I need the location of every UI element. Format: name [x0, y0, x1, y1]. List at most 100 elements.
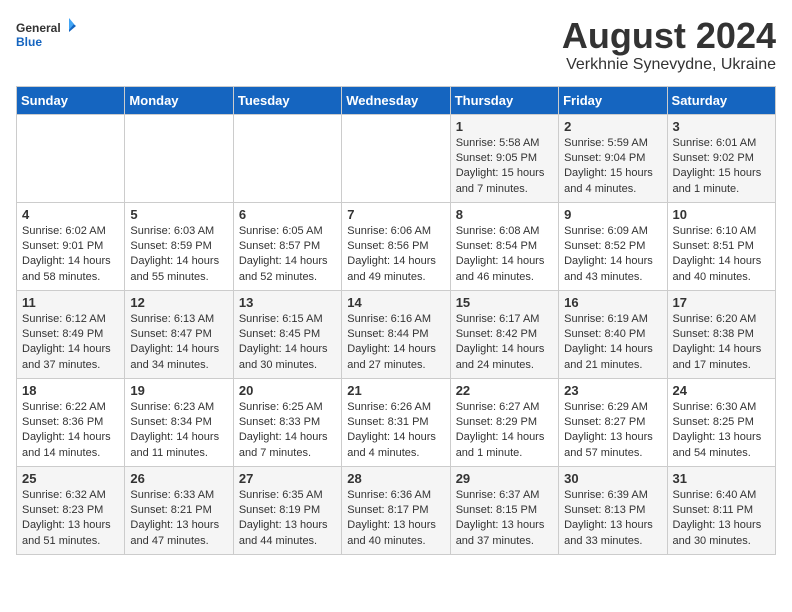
calendar-cell: 21 Sunrise: 6:26 AM Sunset: 8:31 PM Dayli…: [342, 378, 450, 466]
day-number: 20: [239, 383, 336, 398]
week-row-5: 25 Sunrise: 6:32 AM Sunset: 8:23 PM Dayli…: [17, 466, 776, 554]
day-info: Sunrise: 6:01 AM Sunset: 9:02 PM Dayligh…: [673, 136, 770, 198]
day-info: Sunrise: 6:09 AM Sunset: 8:52 PM Dayligh…: [564, 224, 661, 286]
calendar-cell: 29Sunrise: 6:37 AM Sunset: 8:15 PM Dayli…: [450, 466, 558, 554]
calendar-cell: 10 Sunrise: 6:10 AM Sunset: 8:51 PM Dayli…: [667, 202, 775, 290]
day-number: 19: [130, 383, 227, 398]
day-number: 23: [564, 383, 661, 398]
day-info: Sunrise: 6:20 AM Sunset: 8:38 PM Dayligh…: [673, 312, 770, 374]
day-info: Sunrise: 6:05 AM Sunset: 8:57 PM Dayligh…: [239, 224, 336, 286]
day-info: Sunrise: 6:40 AM Sunset: 8:11 PM Dayligh…: [673, 488, 770, 550]
day-header-tuesday: Tuesday: [233, 86, 341, 114]
day-info: Sunrise: 6:19 AM Sunset: 8:40 PM Dayligh…: [564, 312, 661, 374]
day-info: Sunrise: 6:15 AM Sunset: 8:45 PM Dayligh…: [239, 312, 336, 374]
calendar-cell: 8 Sunrise: 6:08 AM Sunset: 8:54 PM Daylig…: [450, 202, 558, 290]
day-number: 30: [564, 471, 661, 486]
calendar-cell: 20 Sunrise: 6:25 AM Sunset: 8:33 PM Dayli…: [233, 378, 341, 466]
day-number: 26: [130, 471, 227, 486]
day-info: Sunrise: 5:59 AM Sunset: 9:04 PM Dayligh…: [564, 136, 661, 198]
day-number: 16: [564, 295, 661, 310]
day-info: Sunrise: 6:30 AM Sunset: 8:25 PM Dayligh…: [673, 400, 770, 462]
day-info: Sunrise: 6:32 AM Sunset: 8:23 PM Dayligh…: [22, 488, 119, 550]
day-number: 22: [456, 383, 553, 398]
svg-text:Blue: Blue: [16, 35, 42, 49]
day-number: 28: [347, 471, 444, 486]
day-number: 1: [456, 119, 553, 134]
day-number: 4: [22, 207, 119, 222]
title-area: August 2024 Verkhnie Synevydne, Ukraine: [562, 16, 776, 74]
calendar-cell: 23Sunrise: 6:29 AM Sunset: 8:27 PM Dayli…: [559, 378, 667, 466]
day-number: 21: [347, 383, 444, 398]
calendar-cell: 3 Sunrise: 6:01 AM Sunset: 9:02 PM Daylig…: [667, 114, 775, 202]
calendar-cell: 13 Sunrise: 6:15 AM Sunset: 8:45 PM Dayli…: [233, 290, 341, 378]
day-number: 10: [673, 207, 770, 222]
day-info: Sunrise: 6:33 AM Sunset: 8:21 PM Dayligh…: [130, 488, 227, 550]
calendar-cell: 25 Sunrise: 6:32 AM Sunset: 8:23 PM Dayli…: [17, 466, 125, 554]
day-number: 6: [239, 207, 336, 222]
week-row-2: 4 Sunrise: 6:02 AM Sunset: 9:01 PM Daylig…: [17, 202, 776, 290]
day-number: 14: [347, 295, 444, 310]
calendar-cell: [342, 114, 450, 202]
day-info: Sunrise: 6:08 AM Sunset: 8:54 PM Dayligh…: [456, 224, 553, 286]
day-number: 5: [130, 207, 227, 222]
calendar-cell: 28Sunrise: 6:36 AM Sunset: 8:17 PM Dayli…: [342, 466, 450, 554]
calendar-cell: 30 Sunrise: 6:39 AM Sunset: 8:13 PM Dayli…: [559, 466, 667, 554]
calendar-cell: 17 Sunrise: 6:20 AM Sunset: 8:38 PM Dayli…: [667, 290, 775, 378]
calendar-cell: 15Sunrise: 6:17 AM Sunset: 8:42 PM Dayli…: [450, 290, 558, 378]
day-info: Sunrise: 6:03 AM Sunset: 8:59 PM Dayligh…: [130, 224, 227, 286]
day-info: Sunrise: 6:13 AM Sunset: 8:47 PM Dayligh…: [130, 312, 227, 374]
calendar-cell: 4 Sunrise: 6:02 AM Sunset: 9:01 PM Daylig…: [17, 202, 125, 290]
calendar-cell: 18Sunrise: 6:22 AM Sunset: 8:36 PM Dayli…: [17, 378, 125, 466]
logo-svg: General Blue: [16, 16, 76, 56]
calendar-cell: 7 Sunrise: 6:06 AM Sunset: 8:56 PM Daylig…: [342, 202, 450, 290]
day-number: 31: [673, 471, 770, 486]
calendar-cell: 19 Sunrise: 6:23 AM Sunset: 8:34 PM Dayli…: [125, 378, 233, 466]
day-info: Sunrise: 6:22 AM Sunset: 8:36 PM Dayligh…: [22, 400, 119, 462]
day-info: Sunrise: 6:12 AM Sunset: 8:49 PM Dayligh…: [22, 312, 119, 374]
month-title: August 2024: [562, 16, 776, 56]
calendar-cell: 31 Sunrise: 6:40 AM Sunset: 8:11 PM Dayli…: [667, 466, 775, 554]
day-number: 12: [130, 295, 227, 310]
day-header-saturday: Saturday: [667, 86, 775, 114]
day-number: 27: [239, 471, 336, 486]
calendar-cell: [125, 114, 233, 202]
day-info: Sunrise: 6:39 AM Sunset: 8:13 PM Dayligh…: [564, 488, 661, 550]
day-number: 8: [456, 207, 553, 222]
day-number: 25: [22, 471, 119, 486]
calendar-cell: 1Sunrise: 5:58 AM Sunset: 9:05 PM Daylig…: [450, 114, 558, 202]
location-subtitle: Verkhnie Synevydne, Ukraine: [562, 56, 776, 74]
day-info: Sunrise: 6:25 AM Sunset: 8:33 PM Dayligh…: [239, 400, 336, 462]
svg-text:General: General: [16, 21, 61, 35]
calendar-cell: 6 Sunrise: 6:05 AM Sunset: 8:57 PM Daylig…: [233, 202, 341, 290]
calendar-cell: 12 Sunrise: 6:13 AM Sunset: 8:47 PM Dayli…: [125, 290, 233, 378]
day-info: Sunrise: 6:02 AM Sunset: 9:01 PM Dayligh…: [22, 224, 119, 286]
day-number: 17: [673, 295, 770, 310]
calendar-cell: 22Sunrise: 6:27 AM Sunset: 8:29 PM Dayli…: [450, 378, 558, 466]
day-info: Sunrise: 6:10 AM Sunset: 8:51 PM Dayligh…: [673, 224, 770, 286]
day-number: 13: [239, 295, 336, 310]
header-row: SundayMondayTuesdayWednesdayThursdayFrid…: [17, 86, 776, 114]
day-info: Sunrise: 6:23 AM Sunset: 8:34 PM Dayligh…: [130, 400, 227, 462]
day-number: 9: [564, 207, 661, 222]
day-header-monday: Monday: [125, 86, 233, 114]
day-info: Sunrise: 6:37 AM Sunset: 8:15 PM Dayligh…: [456, 488, 553, 550]
calendar-cell: 2 Sunrise: 5:59 AM Sunset: 9:04 PM Daylig…: [559, 114, 667, 202]
day-info: Sunrise: 6:17 AM Sunset: 8:42 PM Dayligh…: [456, 312, 553, 374]
day-header-sunday: Sunday: [17, 86, 125, 114]
day-info: Sunrise: 6:16 AM Sunset: 8:44 PM Dayligh…: [347, 312, 444, 374]
day-number: 2: [564, 119, 661, 134]
day-info: Sunrise: 6:06 AM Sunset: 8:56 PM Dayligh…: [347, 224, 444, 286]
day-header-thursday: Thursday: [450, 86, 558, 114]
day-info: Sunrise: 6:26 AM Sunset: 8:31 PM Dayligh…: [347, 400, 444, 462]
week-row-3: 11Sunrise: 6:12 AM Sunset: 8:49 PM Dayli…: [17, 290, 776, 378]
calendar-cell: 26 Sunrise: 6:33 AM Sunset: 8:21 PM Dayli…: [125, 466, 233, 554]
header: General Blue August 2024 Verkhnie Synevy…: [16, 16, 776, 74]
calendar-cell: 11Sunrise: 6:12 AM Sunset: 8:49 PM Dayli…: [17, 290, 125, 378]
calendar-cell: [17, 114, 125, 202]
logo: General Blue: [16, 16, 76, 56]
day-header-wednesday: Wednesday: [342, 86, 450, 114]
calendar-cell: 27Sunrise: 6:35 AM Sunset: 8:19 PM Dayli…: [233, 466, 341, 554]
day-number: 3: [673, 119, 770, 134]
day-number: 7: [347, 207, 444, 222]
week-row-4: 18Sunrise: 6:22 AM Sunset: 8:36 PM Dayli…: [17, 378, 776, 466]
